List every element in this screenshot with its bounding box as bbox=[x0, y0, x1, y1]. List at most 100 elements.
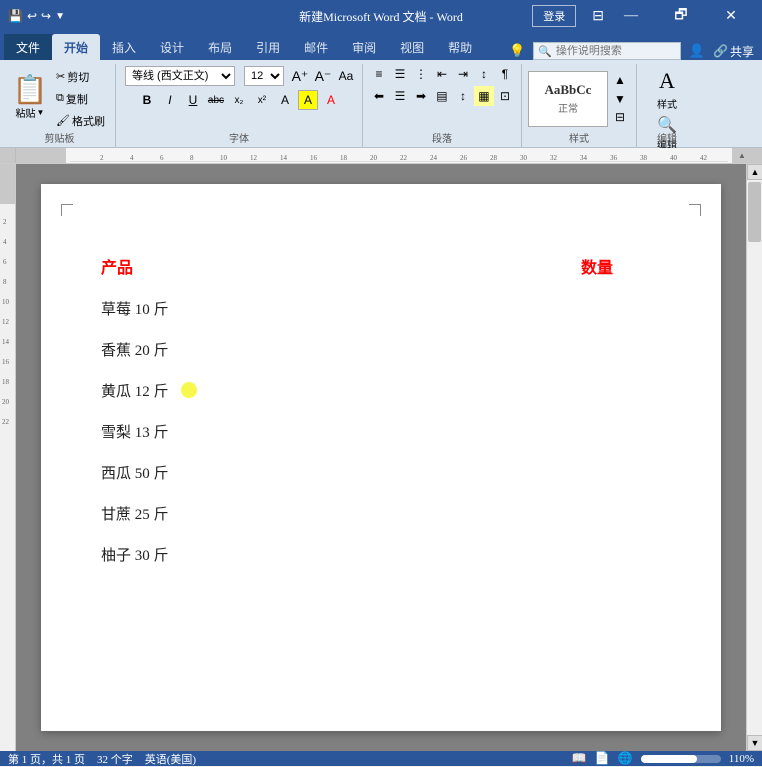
styles-down-btn[interactable]: ▼ bbox=[610, 89, 630, 108]
shading-btn[interactable]: ▦ bbox=[474, 86, 494, 106]
bullets-btn[interactable]: ≡ bbox=[369, 64, 389, 84]
redo-icon[interactable]: ↪ bbox=[41, 9, 51, 24]
bold-button[interactable]: B bbox=[137, 90, 157, 110]
window-title: 新建Microsoft Word 文档 - Word bbox=[299, 8, 463, 25]
font-size-dropdown[interactable]: 12 bbox=[244, 66, 284, 86]
ruler-area: 2 4 6 8 10 12 14 16 18 20 22 24 26 28 30… bbox=[0, 148, 762, 164]
tab-layout[interactable]: 布局 bbox=[196, 34, 244, 60]
align-center-btn[interactable]: ☰ bbox=[390, 86, 410, 106]
view-mode-print-icon[interactable]: 📄 bbox=[595, 751, 610, 766]
styles-gallery[interactable]: AaBbCc 正常 bbox=[528, 71, 608, 127]
paste-button[interactable]: 📋 粘贴 ▼ bbox=[10, 74, 50, 123]
justify-btn[interactable]: ▤ bbox=[432, 86, 452, 106]
tab-insert[interactable]: 插入 bbox=[100, 34, 148, 60]
customize-icon[interactable]: ▼ bbox=[55, 11, 65, 22]
align-right-btn[interactable]: ➡ bbox=[411, 86, 431, 106]
underline-button[interactable]: U bbox=[183, 90, 203, 110]
text-effects-button[interactable]: A bbox=[275, 90, 295, 110]
align-left-btn[interactable]: ⬅ bbox=[369, 86, 389, 106]
font-size-select[interactable]: 12 bbox=[241, 64, 287, 88]
superscript-button[interactable]: x² bbox=[252, 90, 272, 110]
ruler-ticks: 2 4 6 8 10 12 14 16 18 20 22 24 26 28 30… bbox=[70, 150, 728, 162]
scroll-up-button[interactable]: ▲ bbox=[747, 164, 762, 180]
styles-expand-btn[interactable]: ⊟ bbox=[610, 108, 630, 127]
cut-icon: ✂ bbox=[56, 70, 65, 83]
svg-text:22: 22 bbox=[400, 154, 408, 162]
document-scroll-area[interactable]: 产品 数量 草莓 10 斤 香蕉 20 斤 黄瓜 12 斤 bbox=[16, 164, 746, 751]
change-case-btn[interactable]: Aa bbox=[336, 66, 356, 86]
help-search-box[interactable]: 🔍 bbox=[533, 42, 681, 60]
increase-indent-btn[interactable]: ⇥ bbox=[453, 64, 473, 84]
ruler-toggle[interactable]: ▲ bbox=[734, 148, 750, 163]
list-item[interactable]: 草莓 10 斤 bbox=[101, 298, 661, 319]
scroll-thumb[interactable] bbox=[748, 182, 761, 242]
tab-design[interactable]: 设计 bbox=[148, 34, 196, 60]
svg-text:22: 22 bbox=[2, 418, 10, 426]
font-name-select[interactable]: 等线 (西文正文) bbox=[122, 64, 238, 88]
save-icon[interactable]: 💾 bbox=[8, 9, 23, 24]
styles-big-btn[interactable]: A 样式 bbox=[657, 68, 677, 111]
cursor-highlight bbox=[181, 382, 197, 398]
line-spacing-btn[interactable]: ↕ bbox=[453, 86, 473, 106]
svg-text:12: 12 bbox=[2, 318, 10, 326]
ruler-scale: 2 4 6 8 10 12 14 16 18 20 22 24 26 28 30… bbox=[66, 148, 732, 163]
list-item[interactable]: 柚子 30 斤 bbox=[101, 544, 661, 565]
tab-view[interactable]: 视图 bbox=[388, 34, 436, 60]
zoom-slider[interactable] bbox=[641, 755, 721, 763]
increase-font-btn[interactable]: A⁺ bbox=[290, 66, 310, 86]
font-family-dropdown[interactable]: 等线 (西文正文) bbox=[125, 66, 235, 86]
scroll-down-button[interactable]: ▼ bbox=[747, 735, 762, 751]
login-button[interactable]: 登录 bbox=[532, 5, 576, 27]
tab-file[interactable]: 文件 bbox=[4, 34, 52, 60]
close-button[interactable]: ✕ bbox=[708, 0, 754, 32]
borders-btn[interactable]: ⊡ bbox=[495, 86, 515, 106]
styles-group: AaBbCc 正常 ▲ ▼ ⊟ 样式 bbox=[522, 64, 637, 147]
help-search-input[interactable] bbox=[556, 45, 676, 57]
multilevel-btn[interactable]: ⋮ bbox=[411, 64, 431, 84]
tab-references[interactable]: 引用 bbox=[244, 34, 292, 60]
ribbon-content: 📋 粘贴 ▼ ✂ 剪切 ⧉ 复制 🖌 格式刷 bbox=[0, 60, 762, 148]
font-color-button[interactable]: A bbox=[321, 90, 341, 110]
format-painter-button[interactable]: 🖌 格式刷 bbox=[52, 111, 109, 131]
svg-text:4: 4 bbox=[3, 238, 7, 246]
view-mode-web-icon[interactable]: 🌐 bbox=[618, 751, 633, 766]
tab-home[interactable]: 开始 bbox=[52, 34, 100, 60]
vertical-scrollbar[interactable]: ▲ ▼ bbox=[746, 164, 762, 751]
share-button[interactable]: 🔗 共享 bbox=[713, 43, 754, 60]
list-item[interactable]: 甘蔗 25 斤 bbox=[101, 503, 661, 524]
decrease-indent-btn[interactable]: ⇤ bbox=[432, 64, 452, 84]
list-item[interactable]: 雪梨 13 斤 bbox=[101, 421, 661, 442]
show-marks-btn[interactable]: ¶ bbox=[495, 64, 515, 84]
list-item[interactable]: 香蕉 20 斤 bbox=[101, 339, 661, 360]
person-icon: 👤 bbox=[689, 43, 705, 59]
ruler-corner bbox=[0, 148, 16, 163]
italic-button[interactable]: I bbox=[160, 90, 180, 110]
copy-button[interactable]: ⧉ 复制 bbox=[52, 89, 109, 109]
highlight-button[interactable]: A bbox=[298, 90, 318, 110]
scroll-track[interactable] bbox=[747, 180, 762, 735]
share-icon: 🔗 bbox=[713, 44, 728, 58]
close-icon: ✕ bbox=[725, 8, 737, 25]
ruler-left-margin bbox=[16, 148, 66, 163]
restore-icon: 🗗 bbox=[674, 4, 687, 28]
svg-text:6: 6 bbox=[3, 258, 7, 266]
strikethrough-button[interactable]: abc bbox=[206, 90, 226, 110]
list-item[interactable]: 西瓜 50 斤 bbox=[101, 462, 661, 483]
tab-help[interactable]: 帮助 bbox=[436, 34, 484, 60]
page-corner-tl bbox=[61, 204, 73, 216]
sort-btn[interactable]: ↕ bbox=[474, 64, 494, 84]
document-page[interactable]: 产品 数量 草莓 10 斤 香蕉 20 斤 黄瓜 12 斤 bbox=[41, 184, 721, 731]
numbering-btn[interactable]: ☰ bbox=[390, 64, 410, 84]
tab-mailings[interactable]: 邮件 bbox=[292, 34, 340, 60]
minimize-button[interactable]: — bbox=[608, 0, 654, 32]
decrease-font-btn[interactable]: A⁻ bbox=[313, 66, 333, 86]
ribbon-collapse-icon[interactable]: ⊟ bbox=[592, 8, 604, 25]
undo-icon[interactable]: ↩ bbox=[27, 9, 37, 24]
cut-button[interactable]: ✂ 剪切 bbox=[52, 67, 109, 87]
list-item[interactable]: 黄瓜 12 斤 bbox=[101, 380, 661, 401]
tab-review[interactable]: 审阅 bbox=[340, 34, 388, 60]
view-mode-read-icon[interactable]: 📖 bbox=[572, 751, 587, 766]
subscript-button[interactable]: x₂ bbox=[229, 90, 249, 110]
styles-up-btn[interactable]: ▲ bbox=[610, 71, 630, 90]
restore-button[interactable]: 🗗 bbox=[658, 0, 704, 32]
